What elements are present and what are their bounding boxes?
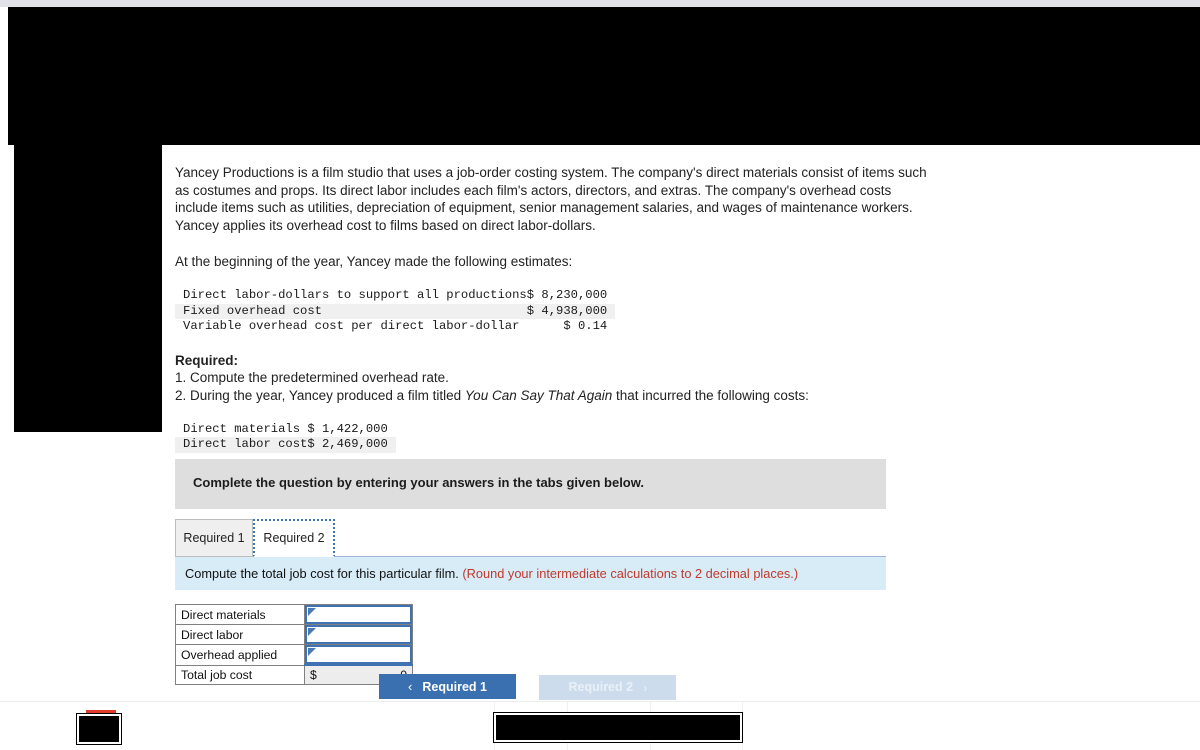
question-paragraph-1: Yancey Productions is a film studio that… xyxy=(175,165,927,233)
required-item-1: 1. Compute the predetermined overhead ra… xyxy=(175,370,449,386)
chevron-right-icon: › xyxy=(643,679,648,695)
estimates-label-2: Variable overhead cost per direct labor-… xyxy=(183,319,520,334)
required-item-2-tail: that incurred the following costs: xyxy=(612,387,809,403)
prompt-text: Compute the total job cost for this part… xyxy=(185,566,459,581)
browser-chrome-strip xyxy=(0,0,1200,7)
table-row: Direct materials xyxy=(175,604,413,625)
redacted-region-bottom-left xyxy=(76,713,122,745)
estimates-label-0: Direct labor-dollars to support all prod… xyxy=(183,287,527,302)
tab-required-1[interactable]: Required 1 xyxy=(175,519,253,557)
estimates-label-1: Fixed overhead cost xyxy=(183,303,322,318)
required-heading: Required: xyxy=(175,352,239,368)
redacted-region-sidebar xyxy=(14,145,162,432)
bottom-divider xyxy=(0,701,1200,702)
estimates-table: Direct labor-dollars to support all prod… xyxy=(175,288,616,335)
answer-label-overhead-applied: Overhead applied xyxy=(175,644,305,666)
nav-button-group: ‹ Required 1 Required 2 › xyxy=(379,674,677,700)
answer-table: Direct materials Direct labor Overhead a… xyxy=(175,604,413,685)
question-paragraph-2: At the beginning of the year, Yancey mad… xyxy=(175,254,573,270)
redacted-region-bottom-right xyxy=(493,712,743,743)
total-currency-symbol: $ xyxy=(310,667,317,682)
answer-label-total-job-cost: Total job cost xyxy=(175,664,305,685)
chevron-left-icon: ‹ xyxy=(408,679,413,694)
instructions-banner: Complete the question by entering your a… xyxy=(175,459,886,509)
table-row: Direct labor-dollars to support all prod… xyxy=(175,288,615,304)
estimates-value-2: $ 0.14 xyxy=(563,319,608,334)
estimates-value-1: $ 4,938,000 xyxy=(526,303,608,318)
table-row: Variable overhead cost per direct labor-… xyxy=(175,319,615,335)
required-item-2-head: 2. During the year, Yancey produced a fi… xyxy=(175,387,465,403)
page-root: Yancey Productions is a film studio that… xyxy=(0,0,1200,750)
costs-label-0: Direct materials xyxy=(183,421,301,436)
table-row: Direct labor xyxy=(175,624,413,645)
table-row: Direct materials $ 1,422,000 xyxy=(175,422,396,438)
costs-value-1: $ 2,469,000 xyxy=(307,437,388,452)
required-block: Required: 1. Compute the predetermined o… xyxy=(175,352,965,405)
answer-cell-direct-labor[interactable] xyxy=(304,624,413,645)
rounding-note: (Round your intermediate calculations to… xyxy=(462,566,799,581)
answer-widget: Complete the question by entering your a… xyxy=(175,459,886,685)
bottom-gridline xyxy=(742,702,743,750)
costs-table: Direct materials $ 1,422,000 Direct labo… xyxy=(175,422,396,453)
prev-required-1-button[interactable]: ‹ Required 1 xyxy=(379,674,516,699)
answer-label-direct-materials: Direct materials xyxy=(175,604,305,625)
input-direct-materials[interactable] xyxy=(305,605,412,624)
next-button-label: Required 2 xyxy=(568,680,634,694)
question-content: Yancey Productions is a film studio that… xyxy=(175,164,965,489)
costs-value-0: $ 1,422,000 xyxy=(307,421,388,436)
answer-cell-direct-materials[interactable] xyxy=(304,604,413,625)
film-title: You Can Say That Again xyxy=(464,387,613,403)
tab-required-2[interactable]: Required 2 xyxy=(253,519,335,557)
table-row: Direct labor cost $ 2,469,000 xyxy=(175,437,396,453)
redacted-region-top xyxy=(8,7,1200,145)
tab-bar: Required 1 Required 2 xyxy=(175,519,886,557)
prev-button-label: Required 1 xyxy=(422,679,487,694)
costs-label-1: Direct labor cost xyxy=(183,437,308,452)
next-required-2-button[interactable]: Required 2 › xyxy=(539,674,677,700)
required-item-2: 2. During the year, Yancey produced a fi… xyxy=(175,387,965,405)
input-direct-labor[interactable] xyxy=(305,625,412,644)
table-row: Overhead applied xyxy=(175,644,413,666)
answer-cell-overhead-applied[interactable] xyxy=(304,644,413,666)
answer-label-direct-labor: Direct labor xyxy=(175,624,305,645)
table-row: Fixed overhead cost $ 4,938,000 xyxy=(175,303,616,320)
prompt-bar: Compute the total job cost for this part… xyxy=(175,557,886,590)
estimates-value-0: $ 8,230,000 xyxy=(526,287,608,302)
table-row-total: Total job cost $ 0 xyxy=(175,664,413,685)
input-overhead-applied[interactable] xyxy=(305,645,412,664)
